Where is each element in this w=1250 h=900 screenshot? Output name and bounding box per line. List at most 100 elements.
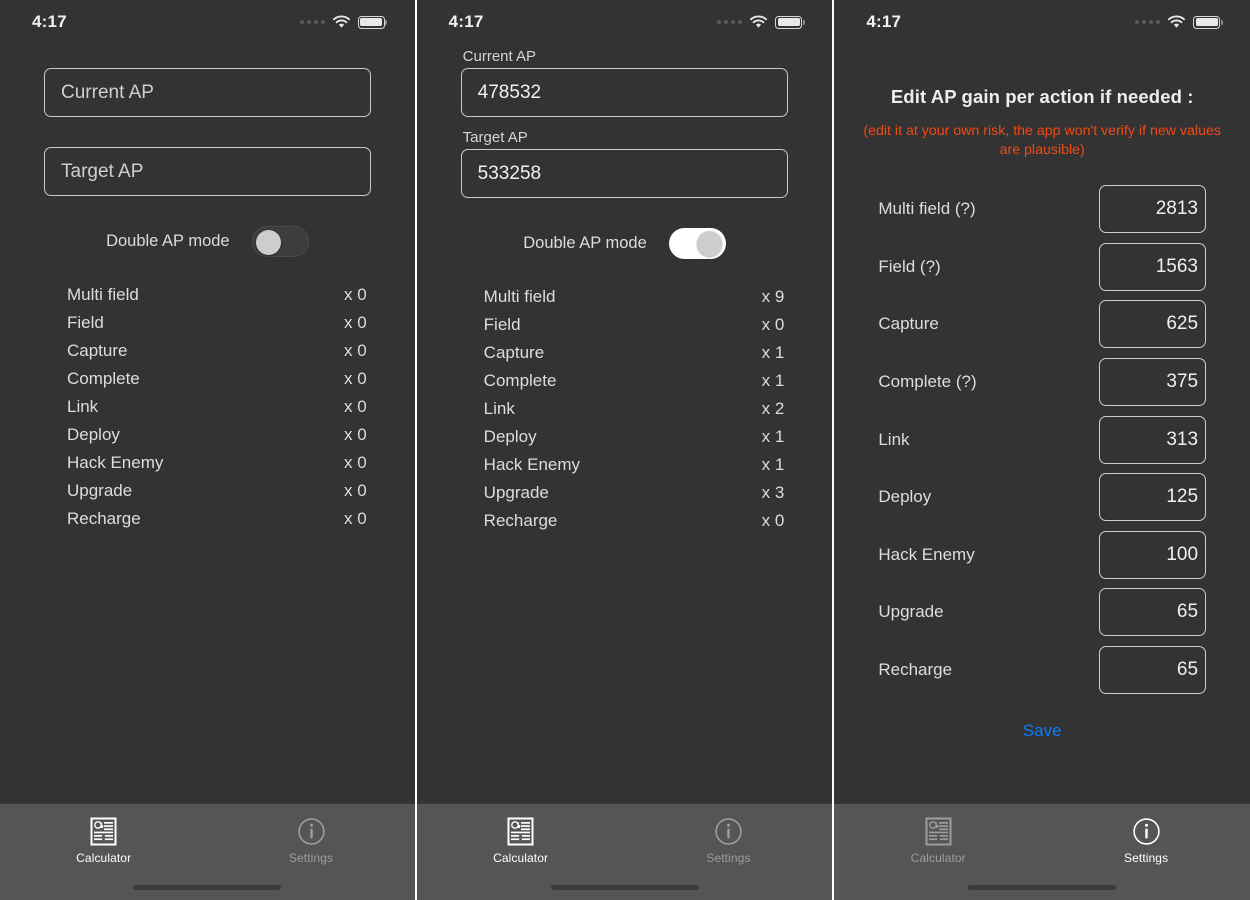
tab-settings-label: Settings [288,851,334,865]
cellular-dots-icon [717,20,743,24]
gain-input[interactable]: 100 [1099,530,1207,579]
gain-input[interactable]: 65 [1099,645,1207,694]
action-name: Recharge [483,511,558,530]
list-item: Capture x 0 [67,341,367,369]
tab-settings-label: Settings [706,851,751,865]
action-count: x 3 [761,483,785,502]
screen-settings: 4:17 Edit AP gain per action if needed :… [834,0,1250,900]
battery-icon [357,15,388,29]
tab-settings[interactable]: Settings [1042,817,1250,865]
action-count: x 2 [761,399,785,418]
action-name: Hack Enemy [483,455,581,474]
tab-settings[interactable]: Settings [625,817,833,865]
action-count: x 1 [761,427,785,446]
current-ap-input[interactable]: Current AP [44,68,371,117]
status-bar: 4:17 [834,0,1250,44]
page-title: Edit AP gain per action if needed : [890,86,1194,107]
target-ap-group: Target AP 533258 [417,129,833,198]
article-at-icon [506,817,535,846]
tab-calculator-label: Calculator [493,851,549,865]
list-item: Recharge x 0 [67,509,367,537]
double-ap-mode-toggle[interactable] [668,228,726,259]
list-item: Upgrade 65 [878,584,1207,642]
status-time: 4:17 [866,12,902,31]
list-item: Deploy x 1 [484,427,785,455]
save-button[interactable]: Save [1023,721,1062,741]
target-ap-input[interactable]: 533258 [460,149,789,198]
current-ap-group: Current AP 478532 [417,48,833,117]
action-name: Link [483,399,515,418]
action-count-list: Multi field x 9 Field x 0 Capture x 1 Compl… [417,287,833,539]
list-item: Capture x 1 [484,343,785,371]
warning-text: (edit it at your own risk, the app won't… [863,123,1221,159]
target-ap-label: Target AP [462,129,528,146]
double-ap-mode-toggle[interactable] [251,226,309,257]
gain-name: Hack Enemy [878,544,975,564]
current-ap-input[interactable]: 478532 [460,68,789,117]
list-item: Hack Enemy x 1 [484,455,785,483]
action-name: Link [67,397,99,416]
wifi-icon [749,15,768,29]
gain-input[interactable]: 2813 [1099,185,1207,234]
gain-input[interactable]: 625 [1099,300,1207,349]
article-at-icon [89,817,118,846]
list-item: Hack Enemy x 0 [67,453,367,481]
action-name: Upgrade [483,483,549,502]
list-item: Recharge 65 [878,641,1207,699]
gain-name: Upgrade [878,602,944,622]
tab-calculator[interactable]: Calculator [417,817,625,865]
tab-settings[interactable]: Settings [207,817,414,865]
screen-calculator-filled: 4:17 Current AP 478532 Target AP 533258 … [416,0,833,900]
calculator-content: Current AP Target AP Double AP mode Mult… [0,44,415,803]
gain-name: Field (?) [878,256,941,276]
three-screen-comparison: 4:17 Current AP Target AP Double AP mode [0,0,1250,900]
target-ap-group: Target AP [0,147,415,196]
tab-bar: Calculator Settings [416,803,833,900]
gain-input[interactable]: 375 [1099,357,1207,406]
current-ap-group: Current AP [0,68,415,117]
toggle-knob [696,231,722,256]
status-time: 4:17 [32,12,67,31]
gain-input[interactable]: 1563 [1099,242,1207,291]
gain-input[interactable]: 125 [1099,473,1207,522]
list-item: Field x 0 [484,315,785,343]
action-name: Multi field [67,285,139,304]
gain-name: Complete (?) [878,371,977,391]
list-item: Deploy 125 [878,468,1207,526]
tab-calculator-label: Calculator [910,851,966,865]
action-count: x 1 [761,343,785,362]
action-name: Capture [67,341,128,360]
list-item: Link x 0 [67,397,367,425]
gain-name: Deploy [878,487,932,507]
tab-calculator[interactable]: Calculator [0,817,207,865]
action-count: x 0 [343,481,367,500]
tab-calculator-label: Calculator [76,851,132,865]
status-time: 4:17 [448,12,484,31]
article-at-icon [924,817,953,846]
target-ap-input[interactable]: Target AP [44,147,371,196]
info-circle-icon [297,817,326,846]
gain-input[interactable]: 313 [1099,415,1207,464]
ap-gain-list: Multi field (?) 2813 Field (?) 1563 Captur… [834,180,1250,698]
info-circle-icon [714,817,743,846]
double-ap-mode-row: Double AP mode [0,226,415,257]
gain-name: Multi field (?) [878,199,976,219]
action-name: Hack Enemy [67,453,164,472]
cellular-dots-icon [299,20,325,24]
list-item: Complete x 1 [484,371,785,399]
list-item: Upgrade x 0 [67,481,367,509]
tab-calculator[interactable]: Calculator [834,817,1042,865]
wifi-icon [1167,15,1186,29]
current-ap-label: Current AP [462,48,537,65]
action-name: Deploy [67,425,120,444]
action-count: x 1 [761,371,785,390]
gain-name: Recharge [878,659,953,679]
action-name: Field [483,315,521,334]
double-ap-mode-label: Double AP mode [523,234,647,252]
tab-bar: Calculator Settings [0,803,415,900]
action-count: x 0 [343,313,367,332]
gain-name: Capture [878,314,939,334]
status-indicators [717,15,805,29]
action-name: Recharge [67,509,141,528]
gain-input[interactable]: 65 [1099,588,1207,637]
